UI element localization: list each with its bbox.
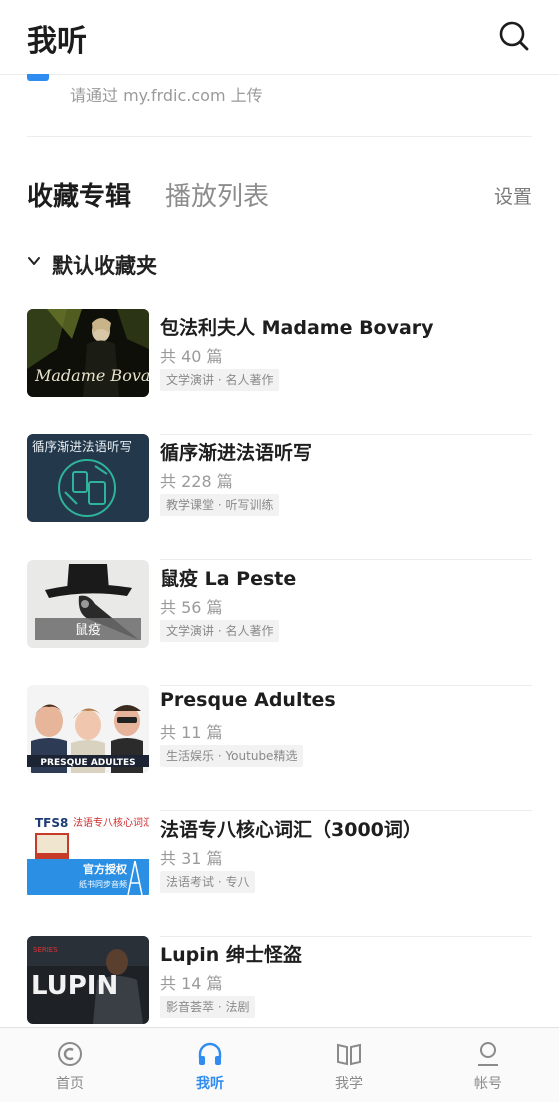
cover-text: 法语专八核心词汇: [73, 816, 149, 829]
album-tag: 教学课堂 · 听写训练: [160, 494, 280, 516]
album-cover: SERIES LUPIN: [27, 936, 149, 1024]
nav-listen[interactable]: 我听: [150, 1028, 270, 1102]
album-cover: PRESQUE ADULTES: [27, 685, 149, 773]
album-count: 共 14 篇: [160, 974, 223, 993]
album-cover: 循序渐进法语听写: [27, 434, 149, 522]
search-icon: [499, 21, 529, 51]
nav-account[interactable]: 帐号: [428, 1028, 548, 1102]
cover-text: PRESQUE ADULTES: [40, 758, 135, 768]
album-tag: 文学演讲 · 名人著作: [160, 620, 280, 642]
cover-text: 循序渐进法语听写: [32, 439, 132, 454]
section-divider: [27, 136, 532, 137]
user-icon: [478, 1042, 498, 1066]
cover-text: SERIES: [33, 946, 58, 954]
nav-home-label: 首页: [56, 1076, 84, 1092]
bottom-nav: 首页 我听 我学 帐号: [0, 1027, 559, 1102]
album-title: 循序渐进法语听写: [160, 442, 313, 464]
cover-text: 官方授权: [83, 862, 128, 876]
cover-text: 纸书同步音频: [79, 879, 127, 889]
album-tag: 生活娱乐 · Youtube精选: [160, 745, 304, 767]
top-header: 我听: [0, 0, 559, 74]
album-item[interactable]: 鼠疫 鼠疫 La Peste 共 56 篇 文学演讲 · 名人著作: [27, 560, 532, 686]
nav-account-label: 帐号: [474, 1076, 502, 1092]
upload-row[interactable]: 请通过 my.frdic.com 上传: [0, 69, 559, 137]
chevron-down-icon: [28, 257, 40, 265]
nav-study[interactable]: 我学: [289, 1028, 409, 1102]
search-button[interactable]: [496, 18, 532, 54]
book-icon: [337, 1043, 361, 1066]
album-title: 法语专八核心词汇（3000词）: [160, 819, 422, 841]
album-title: Lupin 绅士怪盗: [160, 944, 302, 966]
tab-playlist[interactable]: 播放列表: [165, 176, 269, 213]
album-tabs: 收藏专辑 播放列表 设置: [27, 176, 532, 216]
album-title: Presque Adultes: [160, 689, 336, 711]
album-count: 共 31 篇: [160, 849, 223, 868]
nav-listen-label: 我听: [196, 1076, 224, 1092]
home-icon: [58, 1042, 82, 1066]
cover-text: LUPIN: [31, 971, 118, 1001]
album-count: 共 56 篇: [160, 598, 223, 617]
album-cover: Madame Bovary: [27, 309, 149, 397]
album-count: 共 11 篇: [160, 723, 223, 742]
album-tag: 文学演讲 · 名人著作: [160, 369, 280, 391]
album-cover: TFS8 法语专八核心词汇 官方授权 纸书同步音频: [27, 811, 149, 899]
album-item[interactable]: Madame Bovary 包法利夫人 Madame Bovary 共 40 篇…: [27, 309, 532, 435]
album-count: 共 40 篇: [160, 347, 223, 366]
cover-text: Madame Bovary: [34, 366, 149, 385]
nav-study-label: 我学: [335, 1076, 363, 1092]
upload-hint: 请通过 my.frdic.com 上传: [70, 86, 263, 105]
album-cover: 鼠疫: [27, 560, 149, 648]
album-title: 包法利夫人 Madame Bovary: [160, 317, 434, 339]
folder-name: 默认收藏夹: [52, 254, 157, 278]
settings-link[interactable]: 设置: [494, 182, 532, 209]
album-item[interactable]: PRESQUE ADULTES Presque Adultes 共 11 篇 生…: [27, 685, 532, 811]
album-count: 共 228 篇: [160, 472, 233, 491]
album-tag: 影音荟萃 · 法剧: [160, 996, 256, 1018]
tab-favorites[interactable]: 收藏专辑: [27, 176, 131, 213]
album-title: 鼠疫 La Peste: [160, 568, 297, 590]
nav-home[interactable]: 首页: [10, 1028, 130, 1102]
page-title: 我听: [27, 24, 87, 59]
headphones-icon: [198, 1042, 222, 1065]
album-item[interactable]: TFS8 法语专八核心词汇 官方授权 纸书同步音频 法语专八核心词汇（3000词…: [27, 811, 532, 937]
cover-text: TFS8: [35, 816, 68, 830]
album-tag: 法语考试 · 专八: [160, 871, 256, 893]
album-item[interactable]: 循序渐进法语听写 循序渐进法语听写 共 228 篇 教学课堂 · 听写训练: [27, 434, 532, 560]
cover-text: 鼠疫: [75, 622, 101, 638]
folder-header[interactable]: 默认收藏夹: [27, 250, 327, 280]
